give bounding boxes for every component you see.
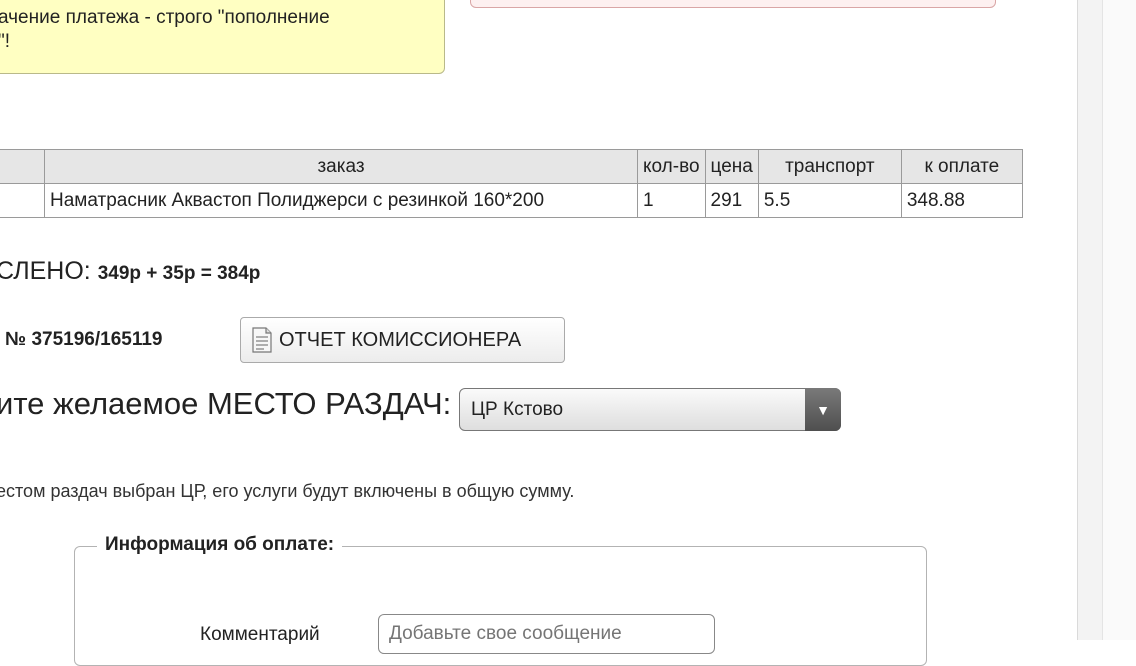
table-header-row: заказ кол-во цена транспорт к оплате — [0, 149, 1023, 184]
table-cell — [0, 183, 45, 218]
selected-place-value: ЦР Кстово — [471, 399, 564, 420]
column-header-order: заказ — [44, 149, 638, 184]
column-header-transport: транспорт — [757, 149, 902, 184]
payment-info-fieldset: Информация об оплате: Комментарий — [74, 534, 927, 666]
scrollbar-track[interactable] — [1102, 0, 1136, 640]
column-header — [0, 149, 45, 184]
total-sum: 349р + 35р = 384р — [97, 263, 261, 284]
right-side-panel — [1077, 0, 1136, 640]
distribution-place-label: ите желаемое МЕСТО РАЗДАЧ: — [0, 386, 452, 421]
document-icon — [252, 327, 272, 353]
column-header-to-pay: к оплате — [900, 149, 1023, 184]
payment-info-legend: Информация об оплате: — [97, 534, 343, 556]
comment-label: Комментарий — [200, 624, 320, 645]
column-header-price: цена — [704, 149, 759, 184]
table-cell-to-pay: 348.88 — [900, 183, 1023, 218]
table-cell-quantity: 1 — [637, 183, 706, 218]
order-number: № 375196/165119 — [5, 329, 163, 350]
column-header-quantity: кол-во — [637, 149, 706, 184]
table-cell-order: Наматрасник Аквастоп Полиджерси с резинк… — [44, 183, 638, 218]
chevron-down-icon[interactable]: ▼ — [805, 388, 841, 431]
total-line: СЛЕНО: 349р + 35р = 384р — [0, 257, 260, 286]
report-button-label: ОТЧЕТ КОМИССИОНЕРА — [279, 328, 522, 351]
alert-box — [470, 0, 996, 8]
commissioner-report-button[interactable]: ОТЧЕТ КОМИССИОНЕРА — [240, 317, 565, 363]
table-row: Наматрасник Аквастоп Полиджерси с резинк… — [0, 183, 1023, 218]
distribution-place-select[interactable]: ЦР Кстово ▼ — [459, 388, 841, 431]
comment-input[interactable] — [378, 614, 715, 654]
payment-notice-text: ачение платежа - строго "пополнение "! — [0, 6, 428, 54]
table-cell-price: 291 — [704, 183, 759, 218]
table-cell-transport: 5.5 — [757, 183, 902, 218]
notice-line-1: ачение платежа - строго "пополнение — [0, 7, 330, 28]
notice-line-2: "! — [0, 31, 11, 52]
total-label: СЛЕНО: — [0, 257, 91, 285]
distribution-note: естом раздач выбран ЦР, его услуги будут… — [0, 481, 575, 501]
orders-table: заказ кол-во цена транспорт к оплате Нам… — [0, 149, 1023, 218]
